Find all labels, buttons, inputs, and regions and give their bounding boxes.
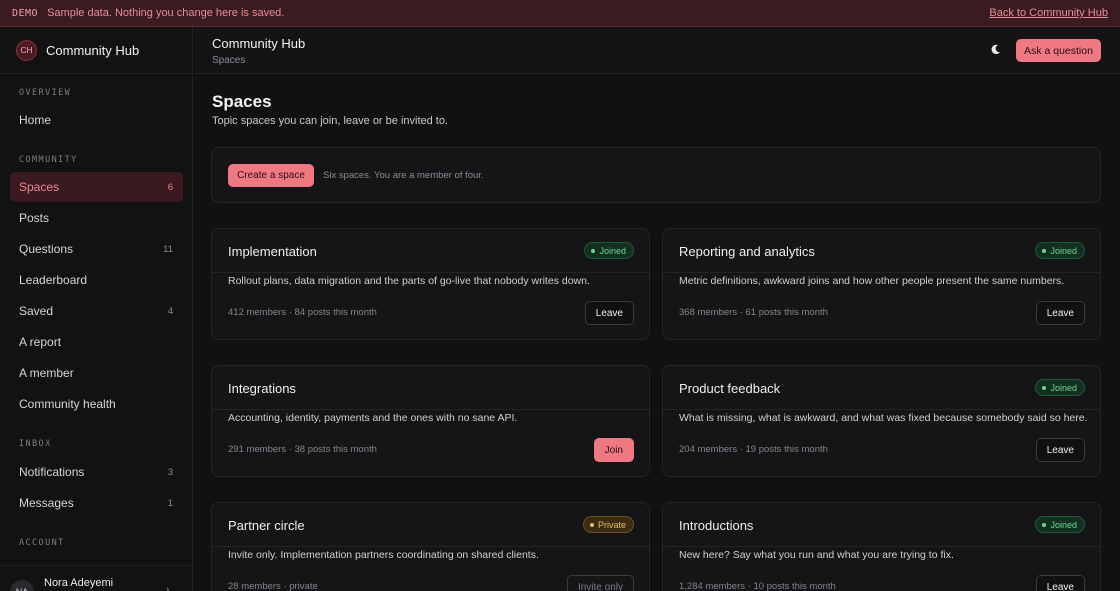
spaces-action-bar: Create a space Six spaces. You are a mem… xyxy=(211,147,1101,203)
space-description: Accounting, identity, payments and the o… xyxy=(228,412,518,424)
space-meta: 412 members · 84 posts this month xyxy=(228,307,377,318)
sidebar: CH Community Hub OVERVIEW Home COMMUNITY… xyxy=(0,27,193,591)
back-to-community-link[interactable]: Back to Community Hub xyxy=(989,7,1108,19)
breadcrumb[interactable]: Spaces xyxy=(212,55,245,66)
space-card-integrations: Integrations Accounting, identity, payme… xyxy=(211,365,650,477)
sidebar-item-a-report[interactable]: A report xyxy=(10,327,183,357)
demo-banner: DEMO Sample data. Nothing you change her… xyxy=(0,0,1120,27)
sidebar-item-leaderboard[interactable]: Leaderboard xyxy=(10,265,183,295)
space-description: What is missing, what is awkward, and wh… xyxy=(679,412,1088,424)
leave-button[interactable]: Leave xyxy=(584,301,634,325)
user-name: Nora Adeyemi xyxy=(44,577,114,589)
invite-only-button: Invite only xyxy=(566,575,634,591)
chevron-icon[interactable]: › xyxy=(166,584,169,591)
space-name[interactable]: Implementation xyxy=(228,244,317,259)
sidebar-item-label: A member xyxy=(19,366,74,380)
section-inbox: INBOX xyxy=(19,439,52,449)
sidebar-item-home[interactable]: Home xyxy=(10,105,183,135)
join-button[interactable]: Join xyxy=(593,438,634,462)
sidebar-item-label: Home xyxy=(19,113,52,127)
space-description: Invite only. Implementation partners coo… xyxy=(228,549,539,561)
status-badge: Joined xyxy=(1035,242,1085,259)
user-account[interactable]: NA Nora Adeyemi › xyxy=(0,565,192,591)
brand[interactable]: CH Community Hub xyxy=(0,27,192,74)
demo-tag: DEMO xyxy=(12,7,39,19)
space-card-product-feedback: Product feedback Joined What is missing,… xyxy=(662,365,1101,477)
create-space-button[interactable]: Create a space xyxy=(228,164,314,187)
space-card-introductions: Introductions Joined New here? Say what … xyxy=(662,502,1101,591)
sidebar-item-label: Posts xyxy=(19,211,50,225)
brand-logo: CH xyxy=(16,39,37,61)
space-name[interactable]: Integrations xyxy=(228,381,296,396)
section-community: COMMUNITY xyxy=(19,155,78,165)
sidebar-item-label: Notifications xyxy=(19,465,85,479)
space-name[interactable]: Reporting and analytics xyxy=(679,244,815,259)
spaces-summary: Six spaces. You are a member of four. xyxy=(323,170,484,181)
sidebar-item-questions[interactable]: Questions 11 xyxy=(10,234,183,264)
status-badge: Joined xyxy=(1035,516,1085,533)
sidebar-item-label: Leaderboard xyxy=(19,273,88,287)
leave-button[interactable]: Leave xyxy=(1035,301,1085,325)
space-description: Rollout plans, data migration and the pa… xyxy=(228,275,590,287)
brand-name: Community Hub xyxy=(46,42,140,58)
space-meta: 291 members · 38 posts this month xyxy=(228,444,377,455)
space-description: New here? Say what you run and what you … xyxy=(679,549,954,561)
sidebar-item-posts[interactable]: Posts xyxy=(10,203,183,233)
space-meta: 204 members · 19 posts this month xyxy=(679,444,828,455)
sidebar-item-spaces[interactable]: Spaces 6 xyxy=(10,172,183,202)
sidebar-item-count: 11 xyxy=(163,243,173,255)
ask-question-button[interactable]: Ask a question xyxy=(1016,39,1101,62)
space-name[interactable]: Product feedback xyxy=(679,381,780,396)
space-meta: 368 members · 61 posts this month xyxy=(679,307,828,318)
sidebar-item-label: Questions xyxy=(19,242,74,256)
sidebar-item-label: Saved xyxy=(19,304,54,318)
moon-icon[interactable] xyxy=(988,42,1002,56)
space-card-partner-circle: Partner circle Private Invite only. Impl… xyxy=(211,502,650,591)
space-meta: 28 members · private xyxy=(228,581,318,591)
status-badge: Private xyxy=(582,516,634,533)
section-account: ACCOUNT xyxy=(19,538,65,548)
space-name[interactable]: Introductions xyxy=(679,518,753,533)
app-title: Community Hub xyxy=(212,36,306,51)
sidebar-item-a-member[interactable]: A member xyxy=(10,358,183,388)
sidebar-item-label: A report xyxy=(19,335,62,349)
sidebar-item-label: Community health xyxy=(19,397,116,411)
space-meta: 1,284 members · 10 posts this month xyxy=(679,581,836,591)
avatar: NA xyxy=(10,580,34,591)
sidebar-item-saved[interactable]: Saved 4 xyxy=(10,296,183,326)
space-name[interactable]: Partner circle xyxy=(228,518,305,533)
leave-button[interactable]: Leave xyxy=(1035,438,1085,462)
sidebar-item-count: 4 xyxy=(167,305,173,317)
section-overview: OVERVIEW xyxy=(19,88,72,98)
sidebar-item-notifications[interactable]: Notifications 3 xyxy=(10,457,183,487)
page-title: Spaces xyxy=(212,92,272,111)
sidebar-item-count: 3 xyxy=(167,466,173,478)
sidebar-item-messages[interactable]: Messages 1 xyxy=(10,488,183,518)
sidebar-item-count: 6 xyxy=(167,181,173,193)
sidebar-item-community-health[interactable]: Community health xyxy=(10,389,183,419)
space-description: Metric definitions, awkward joins and ho… xyxy=(679,275,1065,287)
sidebar-item-label: Spaces xyxy=(19,180,60,194)
top-bar: Community Hub Spaces Ask a question xyxy=(194,27,1120,74)
sidebar-item-label: Messages xyxy=(19,496,74,510)
page-subtitle: Topic spaces you can join, leave or be i… xyxy=(212,115,449,127)
space-card-reporting: Reporting and analytics Joined Metric de… xyxy=(662,228,1101,340)
space-card-implementation: Implementation Joined Rollout plans, dat… xyxy=(211,228,650,340)
status-badge: Joined xyxy=(1035,379,1085,396)
status-badge: Joined xyxy=(584,242,634,259)
sidebar-item-count: 1 xyxy=(167,497,173,509)
leave-button[interactable]: Leave xyxy=(1035,575,1085,591)
demo-message: Sample data. Nothing you change here is … xyxy=(47,7,285,19)
